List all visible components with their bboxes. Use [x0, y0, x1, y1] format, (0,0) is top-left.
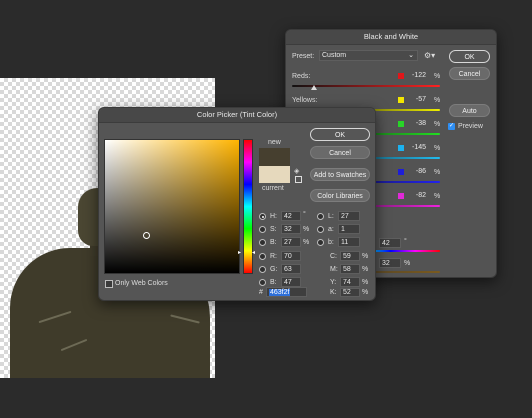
hex-field-value: 463f2f	[269, 289, 291, 296]
preset-label: Preset:	[292, 53, 315, 60]
magenta-unit: %	[362, 266, 369, 273]
channel-swatch-magentas	[398, 193, 404, 199]
green-key: G:	[270, 266, 278, 273]
web-safe-square-icon[interactable]	[295, 176, 302, 183]
only-web-colors-label: Only Web Colors	[115, 280, 168, 287]
channel-swatch-blues	[398, 169, 404, 175]
magenta-key: M:	[330, 266, 338, 273]
hue-right-arrow-icon: ◂	[252, 250, 256, 256]
brightness-unit: %	[303, 239, 310, 246]
color-picker-dialog: Color Picker (Tint Color) ▸ ◂ new curren…	[98, 107, 376, 301]
lab-l-key: L:	[328, 213, 334, 220]
current-color-swatch[interactable]	[259, 166, 290, 183]
channel-swatch-greens	[398, 121, 404, 127]
channel-value-magentas[interactable]: -82	[406, 191, 428, 201]
chevron-down-icon: ⌄	[408, 52, 414, 59]
hue-radio[interactable]	[259, 213, 266, 220]
channel-unit-greens: %	[434, 121, 441, 128]
hex-hash-label: #	[259, 289, 263, 296]
black-key: K:	[330, 289, 337, 296]
channel-label-reds: Reds:	[292, 73, 311, 80]
current-color-label: current	[262, 185, 284, 192]
lab-a-field[interactable]: 1	[338, 224, 360, 234]
channel-value-reds[interactable]: -122	[406, 71, 428, 81]
black-field[interactable]: 52	[340, 288, 360, 297]
cyan-key: C:	[330, 253, 337, 260]
bw-auto-button[interactable]: Auto	[449, 104, 490, 117]
cyan-unit: %	[362, 253, 369, 260]
lab-b-key: b:	[328, 239, 334, 246]
lab-l-field[interactable]: 27	[338, 211, 360, 221]
channel-value-blues[interactable]: -86	[406, 167, 428, 177]
channel-swatch-reds	[398, 73, 404, 79]
bw-cancel-button[interactable]: Cancel	[449, 67, 490, 80]
yellow-unit: %	[362, 279, 369, 286]
color-libraries-button[interactable]: Color Libraries	[310, 189, 370, 202]
blue-field[interactable]: 47	[281, 277, 301, 287]
yellow-field[interactable]: 74	[340, 277, 360, 287]
saturation-brightness-field[interactable]	[104, 139, 240, 274]
color-picker-cancel-button[interactable]: Cancel	[310, 146, 370, 159]
preset-select-value: Custom	[322, 52, 347, 59]
only-web-colors-checkbox[interactable]	[105, 280, 113, 288]
channel-value-yellows[interactable]: -57	[406, 95, 428, 105]
yellow-key: Y:	[330, 279, 337, 286]
channel-value-greens[interactable]: -38	[406, 119, 428, 129]
channel-unit-yellows: %	[434, 97, 441, 104]
channel-unit-blues: %	[434, 169, 441, 176]
preset-options-gear-icon[interactable]: ⚙▾	[424, 51, 435, 60]
preview-label: Preview	[458, 123, 483, 130]
hex-field[interactable]: 463f2f	[266, 287, 307, 297]
brightness-key: B:	[270, 239, 277, 246]
hue-key: H:	[270, 213, 277, 220]
color-field-cursor[interactable]	[143, 232, 150, 239]
blue-key: B:	[270, 279, 277, 286]
bw-ok-button[interactable]: OK	[449, 50, 490, 63]
red-field[interactable]: 70	[281, 251, 301, 261]
tint-saturation-unit: %	[404, 260, 411, 267]
channel-unit-magentas: %	[434, 193, 441, 200]
new-color-swatch	[259, 148, 290, 166]
red-key: R:	[270, 253, 277, 260]
hue-field[interactable]: 42	[281, 211, 301, 221]
channel-value-cyans[interactable]: -145	[404, 143, 428, 153]
channel-label-yellows: Yellows:	[292, 97, 318, 104]
saturation-radio[interactable]	[259, 226, 266, 233]
blue-radio[interactable]	[259, 279, 266, 286]
hue-unit: °	[303, 211, 306, 218]
lab-b-field[interactable]: 11	[338, 237, 360, 247]
tint-hue-unit: °	[404, 238, 407, 245]
green-radio[interactable]	[259, 266, 266, 273]
channel-swatch-yellows	[398, 97, 404, 103]
saturation-key: S:	[270, 226, 277, 233]
slider-thumb[interactable]	[311, 85, 317, 90]
black-unit: %	[362, 289, 369, 296]
saturation-field[interactable]: 32	[281, 224, 301, 234]
preview-checkbox[interactable]: ✓	[448, 123, 455, 130]
color-picker-title: Color Picker (Tint Color)	[99, 108, 375, 123]
black-and-white-title: Black and White	[286, 30, 496, 45]
tint-saturation-field[interactable]: 32	[379, 258, 401, 268]
color-picker-ok-button[interactable]: OK	[310, 128, 370, 141]
tint-hue-field[interactable]: 42	[379, 238, 401, 248]
brightness-field[interactable]: 27	[281, 237, 301, 247]
preset-select[interactable]: Custom ⌄	[319, 50, 418, 61]
out-of-gamut-cube-icon[interactable]: ◈	[294, 167, 299, 175]
cyan-field[interactable]: 59	[340, 251, 360, 261]
lab-a-radio[interactable]	[317, 226, 324, 233]
saturation-unit: %	[303, 226, 310, 233]
channel-unit-reds: %	[434, 73, 441, 80]
new-color-label: new	[268, 139, 281, 146]
brightness-radio[interactable]	[259, 239, 266, 246]
add-to-swatches-button[interactable]: Add to Swatches	[310, 168, 370, 181]
magenta-field[interactable]: 58	[340, 264, 360, 274]
red-radio[interactable]	[259, 253, 266, 260]
channel-unit-cyans: %	[434, 145, 441, 152]
green-field[interactable]: 63	[281, 264, 301, 274]
lab-a-key: a:	[328, 226, 334, 233]
lab-b-radio[interactable]	[317, 239, 324, 246]
lab-l-radio[interactable]	[317, 213, 324, 220]
hue-left-arrow-icon: ▸	[238, 250, 242, 256]
